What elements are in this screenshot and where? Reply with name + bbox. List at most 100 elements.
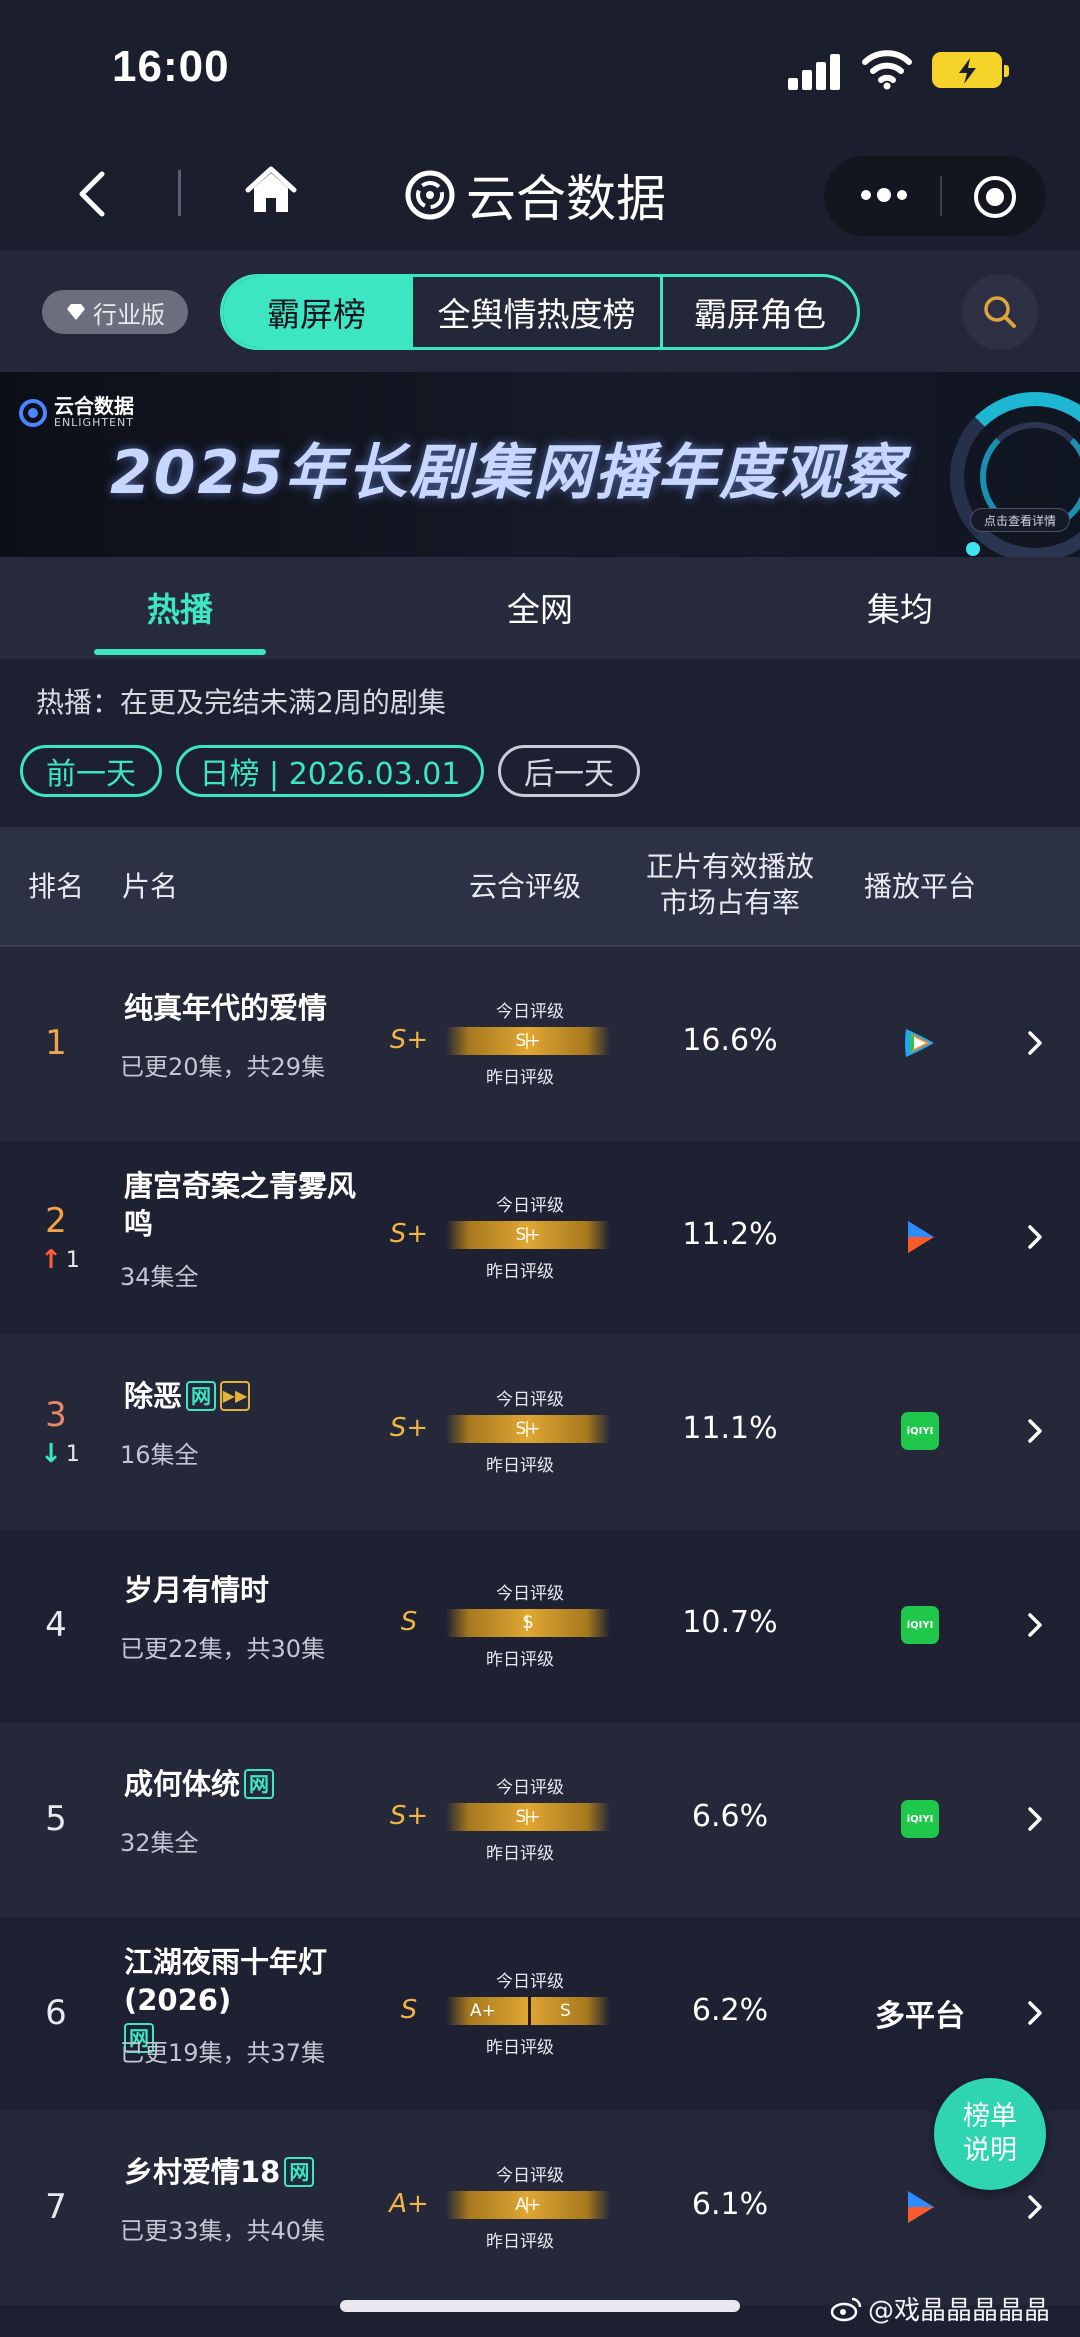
- tab-per-episode[interactable]: 集均: [800, 583, 1000, 631]
- segment-bapingjuese[interactable]: 霸屏角色: [663, 277, 857, 347]
- today-grade-label: 今日评级: [496, 1002, 564, 1022]
- header-share-line2: 市场占有率: [659, 886, 800, 919]
- tab-active-indicator: [94, 649, 266, 655]
- grade-bar: S+: [446, 1027, 610, 1055]
- grade-letter: S: [400, 1607, 418, 1637]
- table-header: 排名 片名 云合评级 正片有效播放 市场占有率 播放平台: [0, 827, 1080, 947]
- grade-bar: S+: [446, 1415, 610, 1443]
- table-row[interactable]: 6 江湖夜雨十年灯(2026) 网已更19集，共37集 S 今日评级 A+ S 昨日评级 6.2…: [0, 1917, 1080, 2111]
- today-grade-value: S: [560, 2001, 571, 2021]
- market-share: 11.2%: [682, 1217, 778, 1252]
- today-grade-value: S+: [515, 1419, 541, 1439]
- today-grade-value: S+: [515, 1225, 541, 1245]
- grade-letter: S+: [389, 1413, 429, 1443]
- drama-title: 成何体统: [124, 1767, 241, 1801]
- header-platform: 播放平台: [863, 870, 976, 903]
- back-icon[interactable]: [72, 166, 112, 222]
- banner-cta[interactable]: 点击查看详情: [970, 508, 1070, 532]
- episode-status: 已更22集，共30集: [120, 1635, 326, 1663]
- home-icon[interactable]: [244, 164, 298, 218]
- yesterday-grade-value: A+: [470, 2001, 496, 2021]
- app-title-text: 云合数据: [466, 170, 666, 228]
- tab-hot[interactable]: 热播: [80, 583, 280, 631]
- chevron-right-icon[interactable]: [1024, 1995, 1048, 2031]
- drama-title-group: 纯真年代的爱情: [124, 989, 364, 1027]
- rank-number: 4: [45, 1605, 67, 1645]
- rank-number: 2: [45, 1201, 67, 1241]
- today-grade-label: 今日评级: [496, 1972, 564, 1992]
- chevron-right-icon[interactable]: [1024, 1413, 1048, 1449]
- today-grade-value: A+: [515, 2195, 541, 2215]
- wifi-icon: [862, 50, 912, 90]
- today-grade-label: 今日评级: [496, 1778, 564, 1798]
- chevron-right-icon[interactable]: [1024, 2189, 1048, 2225]
- rank-change: ↑ 1: [30, 1245, 90, 1275]
- youku-icon: [880, 2187, 960, 2227]
- rank-change: ↓ 1: [30, 1439, 90, 1469]
- grade-letter: A+: [389, 2189, 429, 2219]
- today-grade-value: S+: [515, 1807, 541, 1827]
- fast-forward-badge-icon: ▶▶: [220, 1381, 251, 1411]
- rank-change-value: 1: [65, 1247, 80, 1273]
- float-line1: 榜单: [963, 2101, 1017, 2132]
- chevron-right-icon[interactable]: [1024, 1801, 1048, 1837]
- more-icon[interactable]: [856, 180, 920, 210]
- ranking-explanation-button[interactable]: 榜单 说明: [934, 2078, 1046, 2190]
- rank-number: 1: [45, 1023, 67, 1063]
- home-indicator: [340, 2300, 740, 2312]
- target-icon[interactable]: [972, 174, 1018, 220]
- chevron-right-icon[interactable]: [1024, 1219, 1048, 1255]
- table-row[interactable]: 7 乡村爱情18 网已更33集，共40集 A+ 今日评级 A+ 昨日评级 6.1%: [0, 2111, 1080, 2305]
- table-row[interactable]: 4 岁月有情时 已更22集，共30集 S 今日评级 S 昨日评级 10.7% iQIYI: [0, 1529, 1080, 1723]
- rank-change-value: 1: [65, 1441, 80, 1467]
- table-row[interactable]: 3 ↓ 1 除恶网 ▶▶ 16集全 S+ 今日评级 S+ 昨日评级 11.1% iQIYI: [0, 1335, 1080, 1529]
- today-grade-value: S+: [515, 1031, 541, 1051]
- chevron-right-icon[interactable]: [1024, 1025, 1048, 1061]
- segment-bapingbang[interactable]: 霸屏榜: [223, 277, 413, 347]
- yesterday-grade-label: 昨日评级: [486, 2038, 554, 2058]
- diamond-icon: [67, 304, 85, 320]
- rank-number: 7: [45, 2187, 67, 2227]
- today-grade-label: 今日评级: [496, 2166, 564, 2186]
- app-title: 云合数据: [404, 160, 666, 230]
- grade-letter: S+: [389, 1801, 429, 1831]
- prev-day-button[interactable]: 前一天: [20, 745, 162, 797]
- chevron-right-icon[interactable]: [1024, 1607, 1048, 1643]
- drama-title-group: 岁月有情时: [124, 1571, 364, 1609]
- table-row[interactable]: 1 纯真年代的爱情 已更20集，共29集 S+ 今日评级 S+ 昨日评级 16.6%: [0, 947, 1080, 1141]
- date-selector[interactable]: 日榜 | 2026.03.01: [176, 745, 484, 797]
- segment-quanyuqing[interactable]: 全舆情热度榜: [413, 277, 663, 347]
- promo-banner[interactable]: 云合数据 ENLIGHTENT 2025年长剧集网播年度观察 点击查看详情: [0, 372, 1080, 557]
- yesterday-grade-label: 昨日评级: [486, 1844, 554, 1864]
- market-share: 6.2%: [691, 1993, 769, 2028]
- market-share: 6.6%: [691, 1799, 769, 1834]
- yesterday-grade-label: 昨日评级: [486, 2232, 554, 2252]
- edition-label: 行业版: [93, 300, 165, 329]
- next-day-button[interactable]: 后一天: [498, 745, 640, 797]
- edition-badge[interactable]: 行业版: [42, 290, 188, 334]
- today-grade-label: 今日评级: [496, 1196, 564, 1216]
- web-drama-badge: 网: [284, 2157, 315, 2187]
- arrow-down-icon: ↓: [40, 1439, 62, 1469]
- yunhe-logo-icon: [405, 170, 455, 220]
- market-share: 10.7%: [682, 1605, 778, 1640]
- drama-title-group: 唐宫奇案之青雾风鸣: [124, 1167, 364, 1243]
- episode-status: 已更19集，共37集: [120, 2039, 326, 2067]
- yesterday-grade-label: 昨日评级: [486, 1456, 554, 1476]
- tab-all-network[interactable]: 全网: [440, 583, 640, 631]
- header-title: 片名: [121, 870, 178, 903]
- list-description: 热播：在更及完结未满2周的剧集: [36, 686, 446, 719]
- banner-dot-decoration: [966, 542, 980, 556]
- rank-number: 3: [45, 1395, 67, 1435]
- header-divider: [178, 170, 181, 216]
- table-row[interactable]: 5 成何体统网 32集全 S+ 今日评级 S+ 昨日评级 6.6% iQIYI: [0, 1723, 1080, 1917]
- episode-status: 32集全: [120, 1829, 199, 1857]
- yesterday-grade-label: 昨日评级: [486, 1262, 554, 1282]
- today-grade-label: 今日评级: [496, 1390, 564, 1410]
- episode-status: 34集全: [120, 1263, 199, 1291]
- float-line2: 说明: [963, 2135, 1017, 2166]
- search-button[interactable]: [962, 274, 1038, 350]
- table-row[interactable]: 2 ↑ 1 唐宫奇案之青雾风鸣 34集全 S+ 今日评级 S+ 昨日评级 11.2%: [0, 1141, 1080, 1335]
- market-share: 11.1%: [682, 1411, 778, 1446]
- web-drama-badge: 网: [186, 1381, 217, 1411]
